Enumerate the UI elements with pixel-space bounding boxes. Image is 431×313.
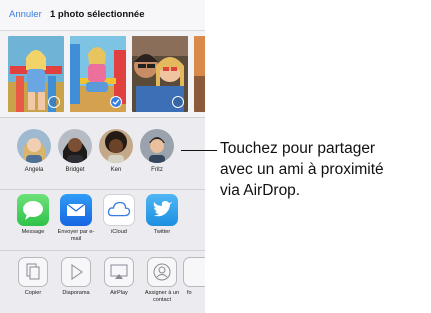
icloud-icon [103, 194, 135, 226]
action-slideshow[interactable]: Diaporama [54, 257, 98, 297]
avatar [58, 129, 92, 163]
share-app-message[interactable]: Message [11, 194, 55, 236]
action-label: AirPlay [110, 290, 128, 296]
contact-name: Fritz [151, 167, 163, 173]
action-label: fo [187, 290, 192, 296]
avatar [140, 129, 174, 163]
airdrop-callout: Touchez pour partager avec un ami à prox… [220, 138, 430, 201]
share-apps-row: Message Envoyer par e-mail iCloud Twitte… [0, 190, 205, 251]
selected-check-icon [110, 96, 122, 108]
airdrop-contact-ken[interactable]: Ken [96, 129, 136, 173]
app-label: iCloud [111, 229, 127, 235]
app-label: Envoyer par e-mail [57, 229, 95, 242]
twitter-icon [146, 194, 178, 226]
action-copy[interactable]: Copier [11, 257, 55, 297]
action-label: Assigner à un contact [144, 290, 180, 303]
contact-name: Bridget [65, 167, 85, 173]
more-action-icon [183, 257, 205, 287]
share-app-mail[interactable]: Envoyer par e-mail [54, 194, 98, 242]
slideshow-icon [61, 257, 91, 287]
photo-strip [0, 31, 205, 118]
photo-thumbnail-2[interactable] [70, 36, 126, 112]
airdrop-contact-angela[interactable]: Angela [14, 129, 54, 173]
share-header: Annuler 1 photo sélectionnée [0, 0, 205, 31]
action-more[interactable]: fo [183, 257, 205, 297]
share-sheet: Annuler 1 photo sélectionnée Angela Brid… [0, 0, 205, 313]
share-app-icloud[interactable]: iCloud [97, 194, 141, 236]
copy-icon [18, 257, 48, 287]
callout-line-3: via AirDrop. [220, 182, 301, 199]
photo-thumbnail-4[interactable] [194, 36, 205, 112]
share-app-twitter[interactable]: Twitter [140, 194, 184, 236]
contact-name: Angela [24, 167, 44, 173]
airdrop-contact-bridget[interactable]: Bridget [55, 129, 95, 173]
mail-icon [60, 194, 92, 226]
callout-line-1: Touchez pour partager [220, 140, 376, 157]
assign-contact-icon [147, 257, 177, 287]
actions-row: Copier Diaporama AirPlay Assigner à un c… [0, 251, 205, 313]
airdrop-contact-fritz[interactable]: Fritz [137, 129, 177, 173]
selection-circle-icon [172, 96, 184, 108]
cancel-button[interactable]: Annuler [9, 9, 42, 20]
action-assign-contact[interactable]: Assigner à un contact [140, 257, 184, 303]
page-title: 1 photo sélectionnée [50, 9, 145, 20]
photo-thumbnail-3[interactable] [132, 36, 188, 112]
photo-4-image [194, 36, 205, 112]
action-airplay[interactable]: AirPlay [97, 257, 141, 297]
avatar [17, 129, 51, 163]
avatar [99, 129, 133, 163]
airdrop-contacts-row: Angela Bridget Ken Fritz [0, 118, 205, 190]
contact-name: Ken [110, 167, 122, 173]
message-icon [17, 194, 49, 226]
selection-circle-icon [48, 96, 60, 108]
callout-line-2: avec un ami à proximité [220, 161, 384, 178]
photo-thumbnail-1[interactable] [8, 36, 64, 112]
action-label: Copier [24, 290, 42, 296]
action-label: Diaporama [62, 290, 90, 296]
app-label: Message [21, 229, 45, 235]
callout-leader-line [181, 150, 217, 151]
app-label: Twitter [153, 229, 171, 235]
airplay-icon [104, 257, 134, 287]
